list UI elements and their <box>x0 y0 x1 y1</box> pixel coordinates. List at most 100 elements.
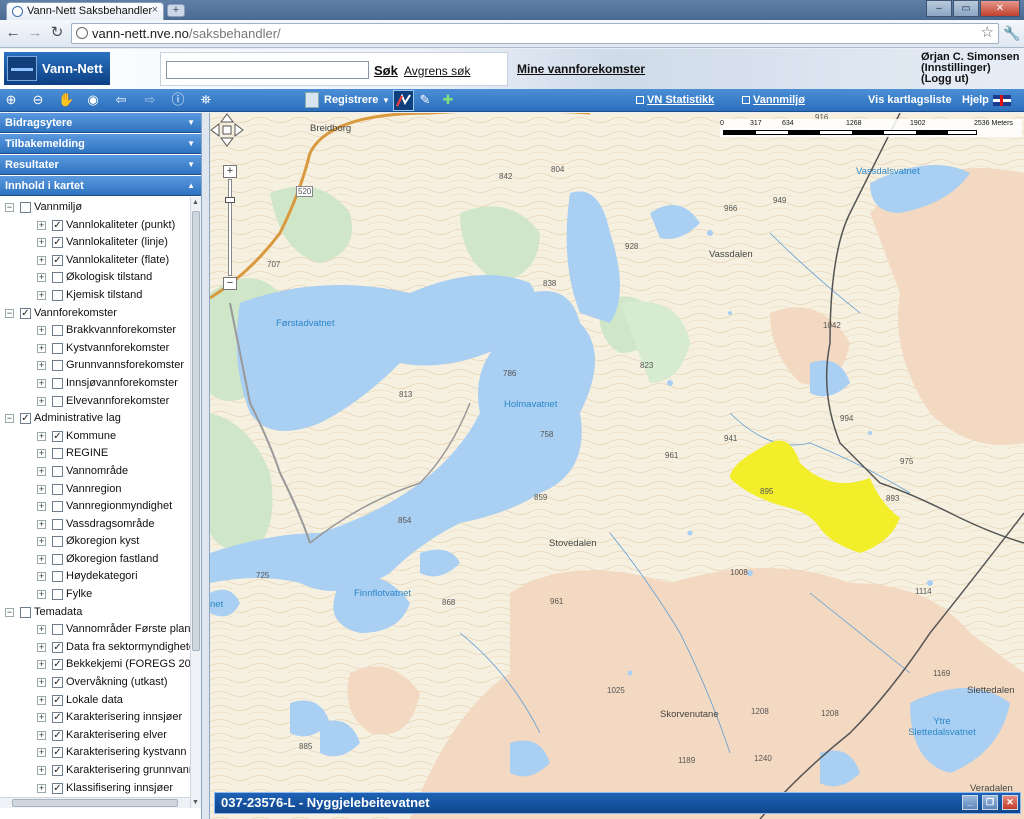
layer-checkbox[interactable]: ✓ <box>52 219 63 231</box>
address-bar[interactable]: vann-nett.nve.no/saksbehandler/ ☆ <box>71 23 999 44</box>
layer-item[interactable]: + ✓ Vannlokaliteter (punkt) <box>0 217 190 235</box>
my-waterbodies-link[interactable]: Mine vannforekomster <box>517 62 645 76</box>
search-button[interactable]: Søk <box>374 63 398 78</box>
layer-item[interactable]: + Elvevannforekomster <box>0 393 190 411</box>
expand-icon[interactable]: + <box>37 361 46 371</box>
layer-checkbox[interactable] <box>52 448 63 460</box>
search-input[interactable] <box>166 61 369 79</box>
layer-item[interactable]: + Vannområder Første planfa <box>0 621 190 639</box>
layer-item[interactable]: + Høydekategori <box>0 568 190 586</box>
help-link[interactable]: Hjelp <box>962 94 989 106</box>
expand-icon[interactable]: + <box>37 730 46 740</box>
expand-icon[interactable]: + <box>37 748 46 758</box>
expand-icon[interactable]: + <box>37 449 46 459</box>
layer-item[interactable]: + ✓ Overvåkning (utkast) <box>0 674 190 692</box>
layer-item[interactable]: + Økoregion kyst <box>0 533 190 551</box>
measure-icon[interactable]: ⛯ <box>198 92 214 108</box>
layer-item[interactable]: + ✓ Vannlokaliteter (linje) <box>0 234 190 252</box>
expand-icon[interactable]: + <box>37 695 46 705</box>
pan-control-icon[interactable] <box>210 113 244 147</box>
layer-checkbox[interactable] <box>52 518 63 530</box>
layer-item[interactable]: + Innsjøvannforekomster <box>0 375 190 393</box>
layer-checkbox[interactable]: ✓ <box>52 712 63 724</box>
layer-checkbox[interactable] <box>52 377 63 389</box>
layer-item[interactable]: + ✓ Karakterisering kystvann <box>0 744 190 762</box>
zoom-out-icon[interactable]: ⊖ <box>30 92 46 108</box>
layer-checkbox[interactable] <box>52 553 63 565</box>
zoom-track[interactable] <box>228 179 232 276</box>
selected-edit-tool-icon[interactable] <box>393 90 414 111</box>
layer-item[interactable]: + Vassdragsområde <box>0 516 190 534</box>
layer-checkbox[interactable] <box>52 571 63 583</box>
expand-icon[interactable]: + <box>37 484 46 494</box>
expand-icon[interactable]: + <box>37 220 46 230</box>
layer-group[interactable]: − ✓ Administrative lag <box>0 410 190 428</box>
expand-icon[interactable]: + <box>37 572 46 582</box>
pencil-icon[interactable]: ✎ <box>417 92 433 108</box>
layer-checkbox[interactable]: ✓ <box>52 782 63 794</box>
expand-icon[interactable]: + <box>37 238 46 248</box>
expand-icon[interactable]: + <box>37 642 46 652</box>
layer-item[interactable]: + ✓ Kommune <box>0 428 190 446</box>
expand-icon[interactable]: + <box>37 378 46 388</box>
layer-item[interactable]: + Økoregion fastland <box>0 551 190 569</box>
minimize-button[interactable]: – <box>926 0 952 17</box>
layer-item[interactable]: + Vannregion <box>0 481 190 499</box>
next-extent-icon[interactable]: ⇨ <box>142 92 158 108</box>
layer-item[interactable]: + REGINE <box>0 445 190 463</box>
info-icon[interactable]: ⓘ <box>170 92 186 108</box>
expand-icon[interactable]: + <box>37 396 46 406</box>
refine-search-link[interactable]: Avgrens søk <box>404 64 470 78</box>
zoom-slider[interactable]: + − <box>223 165 237 290</box>
layer-item[interactable]: + ✓ Karakterisering elver <box>0 727 190 745</box>
expand-icon[interactable]: + <box>37 431 46 441</box>
browser-tab[interactable]: Vann-Nett Saksbehandler × <box>6 2 164 20</box>
expand-icon[interactable]: + <box>37 343 46 353</box>
layer-checkbox[interactable]: ✓ <box>20 413 31 425</box>
vannmiljo-link[interactable]: Vannmiljø <box>742 94 805 106</box>
layer-item[interactable]: + Økologisk tilstand <box>0 269 190 287</box>
zoom-minus-button[interactable]: − <box>223 277 237 290</box>
expand-icon[interactable]: + <box>37 554 46 564</box>
selected-feature-bar[interactable]: 037-23576-L - Nyggjelebeitevatnet _ ❐ ✕ <box>214 792 1021 814</box>
expand-icon[interactable]: + <box>37 502 46 512</box>
expand-icon[interactable]: + <box>37 326 46 336</box>
window-close-button[interactable]: ✕ <box>980 0 1020 17</box>
pan-hand-icon[interactable]: ✋ <box>58 92 74 108</box>
layer-item[interactable]: + ✓ Karakterisering grunnvann <box>0 762 190 780</box>
layer-item[interactable]: + Kjemisk tilstand <box>0 287 190 305</box>
minimize-panel-button[interactable]: _ <box>962 795 978 810</box>
layer-item[interactable]: + Vannregionmyndighet <box>0 498 190 516</box>
map-view[interactable]: Breidborg Vassdalen Stovedalen Skorvenut… <box>210 113 1024 819</box>
layer-checkbox[interactable] <box>20 606 31 618</box>
register-dropdown-icon[interactable]: ▼ <box>382 96 390 105</box>
layer-checkbox[interactable]: ✓ <box>52 747 63 759</box>
register-menu[interactable]: Registrere <box>324 94 378 106</box>
reload-icon[interactable]: ↻ <box>48 24 66 42</box>
section-bidragsytere[interactable]: Bidragsytere ▼ <box>0 113 201 133</box>
expand-icon[interactable]: + <box>37 660 46 670</box>
scroll-down-icon[interactable]: ▼ <box>192 799 199 806</box>
previous-extent-icon[interactable]: ⇦ <box>113 92 129 108</box>
layer-checkbox[interactable]: ✓ <box>52 659 63 671</box>
layer-checkbox[interactable] <box>52 501 63 513</box>
expand-icon[interactable]: + <box>37 678 46 688</box>
forward-arrow-icon[interactable]: → <box>26 24 44 42</box>
layer-item[interactable]: + Grunnvannsforekomster <box>0 357 190 375</box>
expand-icon[interactable]: + <box>37 519 46 529</box>
restore-panel-button[interactable]: ❐ <box>982 795 998 810</box>
zoom-extent-icon[interactable]: ◉ <box>85 92 101 108</box>
layer-item[interactable]: + Fylke <box>0 586 190 604</box>
layer-checkbox[interactable]: ✓ <box>52 641 63 653</box>
section-resultater[interactable]: Resultater ▼ <box>0 155 201 175</box>
layer-checkbox[interactable] <box>52 483 63 495</box>
layer-checkbox[interactable]: ✓ <box>52 237 63 249</box>
layer-checkbox[interactable]: ✓ <box>20 307 31 319</box>
layer-item[interactable]: + Brakkvannforekomster <box>0 322 190 340</box>
layer-item[interactable]: + ✓ Lokale data <box>0 692 190 710</box>
close-panel-button[interactable]: ✕ <box>1002 795 1018 810</box>
section-innhold-i-kartet[interactable]: Innhold i kartet ▲ <box>0 176 201 196</box>
layer-item[interactable]: + ✓ Klassifisering innsjøer <box>0 780 190 797</box>
layer-checkbox[interactable]: ✓ <box>52 677 63 689</box>
expand-icon[interactable]: + <box>37 590 46 600</box>
